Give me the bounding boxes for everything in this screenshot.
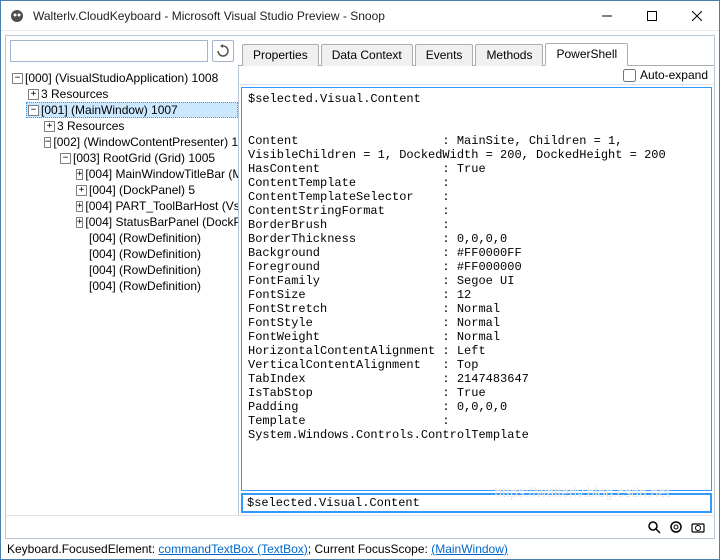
powershell-panel: Auto-expand $selected.Visual.Content Con… (238, 66, 714, 515)
tree-node[interactable]: [004] (RowDefinition) (74, 278, 238, 294)
screenshot-button[interactable] (666, 518, 686, 536)
tree-node[interactable]: +3 Resources (42, 118, 238, 134)
collapse-icon[interactable]: − (12, 73, 23, 84)
status-bar: Keyboard.FocusedElement: commandTextBox … (1, 539, 719, 559)
minimize-button[interactable] (584, 1, 629, 30)
tree-node[interactable]: −[000] (VisualStudioApplication) 1008 (10, 70, 238, 86)
magnify-button[interactable] (644, 518, 664, 536)
filter-toolbar (6, 36, 238, 66)
close-button[interactable] (674, 1, 719, 30)
bottom-toolbar (6, 515, 714, 538)
window-title: Walterlv.CloudKeyboard - Microsoft Visua… (33, 9, 584, 23)
refresh-button[interactable] (212, 40, 234, 62)
tree-node[interactable]: +[004] StatusBarPanel (DockPane (74, 214, 238, 230)
status-link-scope[interactable]: (MainWindow) (431, 542, 508, 556)
tab-methods[interactable]: Methods (475, 44, 543, 66)
camera-button[interactable] (688, 518, 708, 536)
powershell-output[interactable]: $selected.Visual.Content Content : MainS… (241, 87, 712, 491)
expand-icon[interactable]: + (76, 201, 83, 212)
powershell-input[interactable] (241, 493, 712, 513)
auto-expand-label: Auto-expand (640, 68, 708, 82)
tree-node[interactable]: −[003] RootGrid (Grid) 1005 (58, 150, 238, 166)
collapse-icon[interactable]: − (44, 137, 51, 148)
tab-properties[interactable]: Properties (242, 44, 319, 66)
title-bar: Walterlv.CloudKeyboard - Microsoft Visua… (1, 1, 719, 31)
collapse-icon[interactable]: − (28, 105, 39, 116)
tab-data-context[interactable]: Data Context (321, 44, 413, 66)
tree-node[interactable]: +3 Resources (26, 86, 238, 102)
tree-node[interactable]: +[004] (DockPanel) 5 (74, 182, 238, 198)
expand-icon[interactable]: + (76, 185, 87, 196)
tab-powershell[interactable]: PowerShell (545, 43, 628, 66)
tree-node[interactable]: +[004] PART_ToolBarHost (VsToo (74, 198, 238, 214)
auto-expand-checkbox[interactable] (623, 69, 636, 82)
tab-strip: Properties Data Context Events Methods P… (238, 36, 714, 66)
maximize-button[interactable] (629, 1, 674, 30)
tree-node-selected[interactable]: −[001] (MainWindow) 1007 (26, 102, 238, 118)
collapse-icon[interactable]: − (60, 153, 71, 164)
visual-tree[interactable]: −[000] (VisualStudioApplication) 1008 +3… (6, 66, 238, 515)
tree-node[interactable]: [004] (RowDefinition) (74, 246, 238, 262)
tree-node[interactable]: [004] (RowDefinition) (74, 230, 238, 246)
app-icon (9, 8, 25, 24)
tree-node[interactable]: [004] (RowDefinition) (74, 262, 238, 278)
tab-events[interactable]: Events (415, 44, 474, 66)
expand-icon[interactable]: + (28, 89, 39, 100)
status-link-focused[interactable]: commandTextBox (TextBox) (158, 542, 307, 556)
tree-node[interactable]: +[004] MainWindowTitleBar (Ma (74, 166, 238, 182)
tree-node[interactable]: −[002] (WindowContentPresenter) 1 (42, 134, 238, 150)
filter-input[interactable] (10, 40, 208, 62)
expand-icon[interactable]: + (76, 217, 83, 228)
expand-icon[interactable]: + (44, 121, 55, 132)
expand-icon[interactable]: + (76, 169, 83, 180)
